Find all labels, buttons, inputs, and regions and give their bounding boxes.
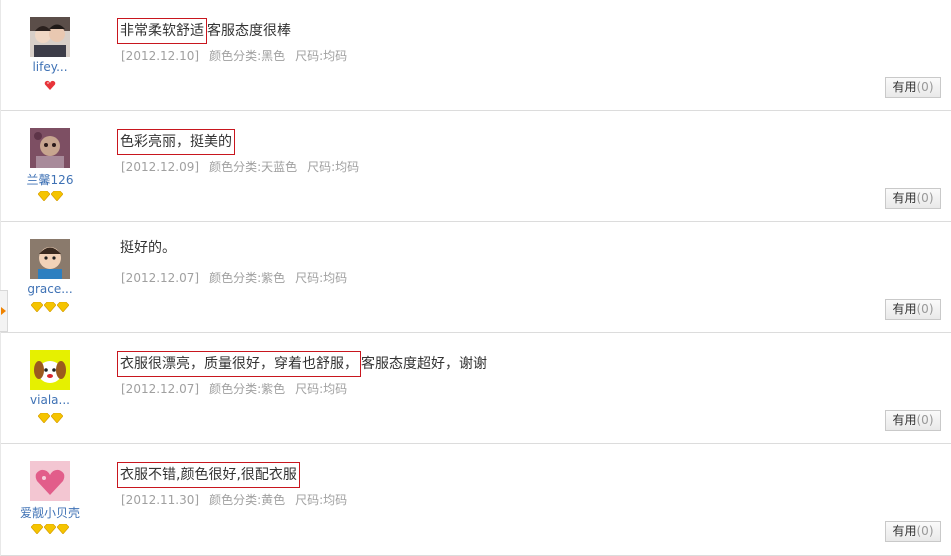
user-level-badges [11, 302, 89, 314]
useful-button[interactable]: 有用(0) [885, 299, 941, 320]
useful-label: 有用 [892, 302, 917, 316]
color-option: 颜色分类:黑色 [209, 49, 286, 63]
avatar[interactable] [30, 239, 70, 279]
review-text: 衣服很漂亮，质量很好，穿着也舒服， 客服态度超好，谢谢 [117, 351, 487, 377]
review-item: 兰馨126 色彩亮丽，挺美的 [2012.12.09] 颜色分类:天蓝色 尺码:均码… [1, 111, 951, 222]
diamond-icon [37, 191, 50, 201]
color-option: 颜色分类:紫色 [209, 382, 286, 396]
user-level-badges [11, 80, 89, 92]
useful-label: 有用 [892, 413, 917, 427]
username-link[interactable]: 爱靓小贝壳 [11, 504, 89, 521]
useful-label: 有用 [892, 191, 917, 205]
useful-button[interactable]: 有用(0) [885, 77, 941, 98]
review-text: 非常柔软舒适 客服态度很棒 [117, 18, 291, 44]
color-option: 颜色分类:紫色 [209, 271, 286, 285]
useful-button[interactable]: 有用(0) [885, 521, 941, 542]
highlighted-phrase: 衣服很漂亮，质量很好，穿着也舒服， [117, 351, 361, 377]
review-date: [2012.12.10] [121, 49, 200, 63]
review-text-rest: 客服态度很棒 [207, 23, 291, 39]
highlighted-phrase: 色彩亮丽，挺美的 [117, 129, 235, 155]
review-date: [2012.11.30] [121, 493, 200, 507]
review-meta: [2012.12.07] 颜色分类:紫色 尺码:均码 [121, 269, 357, 286]
review-item: viala... 衣服很漂亮，质量很好，穿着也舒服， 客服态度超好，谢谢 [201… [1, 333, 951, 444]
useful-label: 有用 [892, 80, 917, 94]
size-option: 尺码:均码 [307, 160, 360, 174]
avatar[interactable] [30, 461, 70, 501]
avatar[interactable] [30, 17, 70, 57]
review-text: 衣服不错,颜色很好,很配衣服 [117, 462, 300, 488]
review-text-rest: 挺好的。 [120, 240, 176, 256]
diamond-icon [31, 302, 43, 312]
diamond-icon [50, 413, 63, 423]
heart-icon [44, 80, 56, 90]
review-date: [2012.12.07] [121, 271, 200, 285]
size-option: 尺码:均码 [295, 493, 348, 507]
review-text-rest: 客服态度超好，谢谢 [361, 356, 487, 372]
review-item: grace... 挺好的。 [2012.12.07] 颜色分类:紫色 尺码:均码 有… [1, 222, 951, 333]
review-meta: [2012.12.10] 颜色分类:黑色 尺码:均码 [121, 47, 357, 64]
user-level-badges [11, 413, 89, 425]
useful-count: (0) [916, 524, 934, 538]
review-item: lifey... 非常柔软舒适 客服态度很棒 [2012.12.10] 颜色分类:黑… [1, 0, 951, 111]
useful-count: (0) [916, 80, 934, 94]
review-date: [2012.12.07] [121, 382, 200, 396]
username-link[interactable]: grace... [11, 282, 89, 296]
avatar[interactable] [30, 128, 70, 168]
user-level-badges [11, 191, 89, 203]
size-option: 尺码:均码 [295, 382, 348, 396]
username-link[interactable]: lifey... [11, 60, 89, 74]
diamond-icon [57, 302, 69, 312]
size-option: 尺码:均码 [295, 271, 348, 285]
diamond-icon [37, 413, 50, 423]
diamond-icon [31, 524, 43, 534]
color-option: 颜色分类:黄色 [209, 493, 286, 507]
review-meta: [2012.12.07] 颜色分类:紫色 尺码:均码 [121, 380, 357, 397]
review-item: 爱靓小贝壳 衣服不错,颜色很好,很配衣服 [2012.11.30] 颜色分类:黄色… [1, 444, 951, 556]
review-date: [2012.12.09] [121, 160, 200, 174]
review-meta: [2012.11.30] 颜色分类:黄色 尺码:均码 [121, 491, 357, 508]
useful-count: (0) [916, 302, 934, 316]
review-meta: [2012.12.09] 颜色分类:天蓝色 尺码:均码 [121, 158, 369, 175]
diamond-icon [57, 524, 69, 534]
useful-count: (0) [916, 191, 934, 205]
user-level-badges [11, 524, 89, 536]
avatar[interactable] [30, 350, 70, 390]
useful-button[interactable]: 有用(0) [885, 188, 941, 209]
diamond-icon [50, 191, 63, 201]
diamond-icon [44, 524, 56, 534]
color-option: 颜色分类:天蓝色 [209, 160, 298, 174]
useful-label: 有用 [892, 524, 917, 538]
size-option: 尺码:均码 [295, 49, 348, 63]
username-link[interactable]: 兰馨126 [11, 171, 89, 188]
review-text: 色彩亮丽，挺美的 [117, 129, 235, 155]
useful-button[interactable]: 有用(0) [885, 410, 941, 431]
username-link[interactable]: viala... [11, 393, 89, 407]
review-text: 挺好的。 [120, 240, 176, 256]
highlighted-phrase: 衣服不错,颜色很好,很配衣服 [117, 462, 300, 488]
useful-count: (0) [916, 413, 934, 427]
diamond-icon [44, 302, 56, 312]
highlighted-phrase: 非常柔软舒适 [117, 18, 207, 44]
